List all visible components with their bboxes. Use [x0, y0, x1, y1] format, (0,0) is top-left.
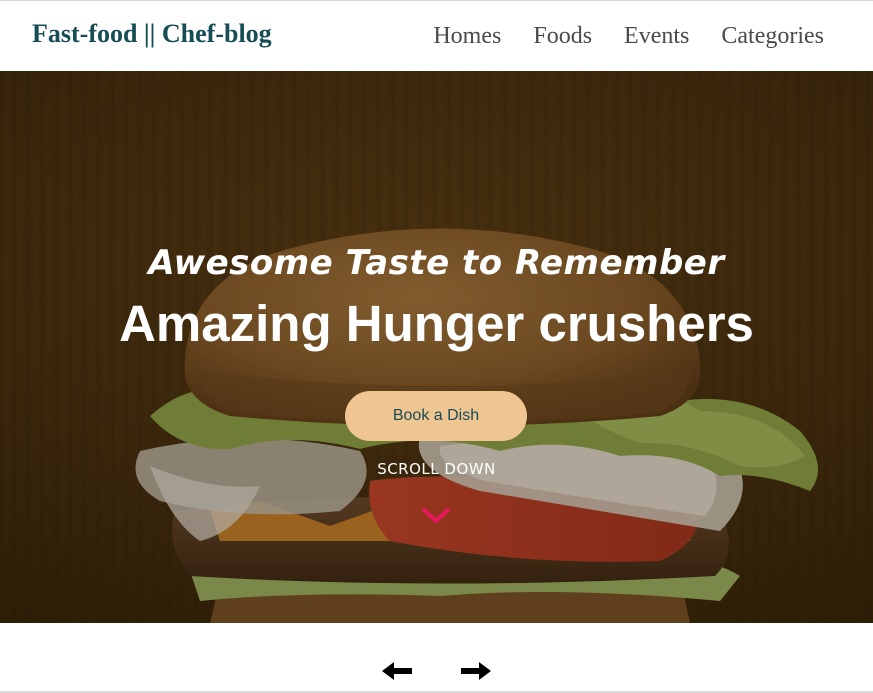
nav-item-homes[interactable]: Homes — [433, 21, 501, 51]
hero-title: Amazing Hunger crushers — [119, 295, 754, 352]
nav-item-events[interactable]: Events — [624, 21, 689, 51]
arrow-left-icon[interactable] — [380, 660, 414, 682]
scroll-down-label[interactable]: SCROLL DOWN — [0, 459, 873, 479]
hero-section: Awesome Taste to Remember Amazing Hunger… — [0, 71, 873, 623]
book-dish-button[interactable]: Book a Dish — [345, 391, 527, 441]
navbar: Fast-food || Chef-blog Homes Foods Event… — [0, 1, 873, 71]
nav-item-foods[interactable]: Foods — [533, 21, 592, 51]
arrow-right-icon[interactable] — [459, 660, 493, 682]
chevron-down-icon[interactable] — [421, 505, 451, 527]
nav-item-categories[interactable]: Categories — [721, 21, 824, 51]
brand-logo[interactable]: Fast-food || Chef-blog — [32, 19, 272, 49]
hero-subtitle: Awesome Taste to Remember — [148, 243, 725, 283]
main-nav: Homes Foods Events Categories — [433, 21, 824, 51]
